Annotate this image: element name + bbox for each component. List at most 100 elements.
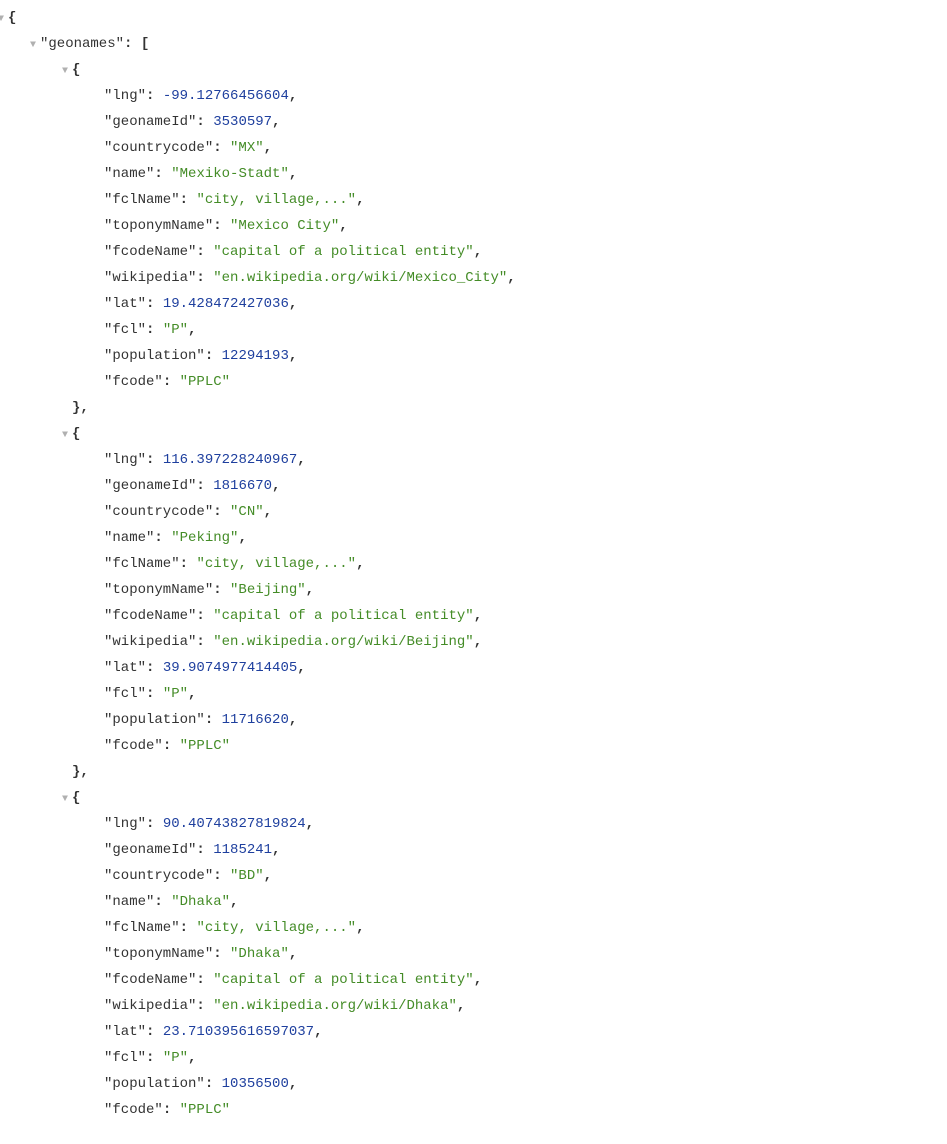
json-property-line: ▼"geonameId": 3530597, xyxy=(8,110,939,136)
json-property-line: ▼"fcl": "P", xyxy=(8,682,939,708)
json-property-line: ▼"wikipedia": "en.wikipedia.org/wiki/Bei… xyxy=(8,630,939,656)
json-property-line: ▼"population": 11716620, xyxy=(8,708,939,734)
json-root-open[interactable]: ▼{ xyxy=(8,6,939,32)
json-property-line: ▼"population": 10356500, xyxy=(8,1072,939,1098)
json-number-value: 11716620 xyxy=(222,712,289,728)
comma: , xyxy=(188,322,196,338)
colon: : xyxy=(196,634,213,650)
open-brace: { xyxy=(72,62,80,78)
json-property-line: ▼"countrycode": "BD", xyxy=(8,864,939,890)
json-number-value: 23.710395616597037 xyxy=(163,1024,314,1040)
colon: : xyxy=(196,998,213,1014)
json-key-name: "name" xyxy=(104,166,154,182)
comma: , xyxy=(272,842,280,858)
json-string-value: "P" xyxy=(163,1050,188,1066)
colon: : xyxy=(146,322,163,338)
colon: : xyxy=(146,1050,163,1066)
json-key-fcl: "fcl" xyxy=(104,686,146,702)
colon: : xyxy=(154,530,171,546)
collapse-toggle-icon[interactable]: ▼ xyxy=(26,32,40,58)
json-key-lat: "lat" xyxy=(104,296,146,312)
json-key-fclName: "fclName" xyxy=(104,192,180,208)
json-string-value: "city, village,..." xyxy=(196,556,356,572)
json-string-value: "Dhaka" xyxy=(230,946,289,962)
collapse-toggle-icon[interactable]: ▼ xyxy=(58,422,72,448)
json-key-lng: "lng" xyxy=(104,452,146,468)
colon: : xyxy=(146,452,163,468)
colon: : xyxy=(180,556,197,572)
colon: : xyxy=(124,36,141,52)
colon: : xyxy=(196,608,213,624)
json-number-value: 116.397228240967 xyxy=(163,452,297,468)
json-number-value: 12294193 xyxy=(222,348,289,364)
colon: : xyxy=(146,296,163,312)
json-key-wikipedia: "wikipedia" xyxy=(104,634,196,650)
json-string-value: "city, village,..." xyxy=(196,920,356,936)
json-key-fcodeName: "fcodeName" xyxy=(104,244,196,260)
collapse-toggle-icon[interactable]: ▼ xyxy=(58,58,72,84)
json-key-lng: "lng" xyxy=(104,88,146,104)
json-property-line: ▼"fclName": "city, village,...", xyxy=(8,188,939,214)
comma: , xyxy=(264,140,272,156)
comma: , xyxy=(289,88,297,104)
json-string-value: "MX" xyxy=(230,140,264,156)
colon: : xyxy=(213,868,230,884)
comma: , xyxy=(356,556,364,572)
colon: : xyxy=(196,972,213,988)
json-key-toponymName: "toponymName" xyxy=(104,946,213,962)
json-property-line: ▼"fcl": "P", xyxy=(8,1046,939,1072)
json-object-close: ▼}, xyxy=(8,760,939,786)
colon: : xyxy=(163,738,180,754)
json-property-line: ▼"countrycode": "MX", xyxy=(8,136,939,162)
json-key-lat: "lat" xyxy=(104,660,146,676)
comma: , xyxy=(457,998,465,1014)
comma: , xyxy=(339,218,347,234)
json-object-open[interactable]: ▼{ xyxy=(8,786,939,812)
json-array-open[interactable]: ▼"geonames": [ xyxy=(8,32,939,58)
json-key-wikipedia: "wikipedia" xyxy=(104,270,196,286)
json-string-value: "capital of a political entity" xyxy=(213,608,473,624)
collapse-toggle-icon[interactable]: ▼ xyxy=(0,6,8,32)
json-property-line: ▼"geonameId": 1185241, xyxy=(8,838,939,864)
json-property-line: ▼"lat": 39.9074977414405, xyxy=(8,656,939,682)
json-string-value: "Mexiko-Stadt" xyxy=(171,166,289,182)
comma: , xyxy=(289,296,297,312)
json-object-open[interactable]: ▼{ xyxy=(8,422,939,448)
colon: : xyxy=(146,660,163,676)
colon: : xyxy=(196,842,213,858)
json-number-value: 90.40743827819824 xyxy=(163,816,306,832)
colon: : xyxy=(213,218,230,234)
colon: : xyxy=(146,816,163,832)
json-viewer: ▼{▼"geonames": [▼{▼"lng": -99.1276645660… xyxy=(0,0,947,1144)
comma: , xyxy=(238,530,246,546)
close-brace: }, xyxy=(72,400,89,416)
json-property-line: ▼"fcodeName": "capital of a political en… xyxy=(8,240,939,266)
json-key-population: "population" xyxy=(104,712,205,728)
json-key-population: "population" xyxy=(104,348,205,364)
json-number-value: 3530597 xyxy=(213,114,272,130)
json-property-line: ▼"fcl": "P", xyxy=(8,318,939,344)
json-property-line: ▼"fcodeName": "capital of a political en… xyxy=(8,604,939,630)
comma: , xyxy=(289,348,297,364)
json-key-fcode: "fcode" xyxy=(104,374,163,390)
colon: : xyxy=(154,894,171,910)
colon: : xyxy=(205,712,222,728)
collapse-toggle-icon[interactable]: ▼ xyxy=(58,786,72,812)
open-brace: { xyxy=(72,426,80,442)
colon: : xyxy=(180,192,197,208)
colon: : xyxy=(180,920,197,936)
comma: , xyxy=(356,920,364,936)
json-number-value: 1185241 xyxy=(213,842,272,858)
json-property-line: ▼"toponymName": "Beijing", xyxy=(8,578,939,604)
json-key-fcl: "fcl" xyxy=(104,1050,146,1066)
json-key-fcl: "fcl" xyxy=(104,322,146,338)
json-key-lng: "lng" xyxy=(104,816,146,832)
json-property-line: ▼"lng": -99.12766456604, xyxy=(8,84,939,110)
json-property-line: ▼"fclName": "city, village,...", xyxy=(8,916,939,942)
json-string-value: "P" xyxy=(163,322,188,338)
colon: : xyxy=(163,1102,180,1118)
comma: , xyxy=(297,452,305,468)
json-property-line: ▼"lng": 90.40743827819824, xyxy=(8,812,939,838)
json-property-line: ▼"countrycode": "CN", xyxy=(8,500,939,526)
json-object-open[interactable]: ▼{ xyxy=(8,58,939,84)
